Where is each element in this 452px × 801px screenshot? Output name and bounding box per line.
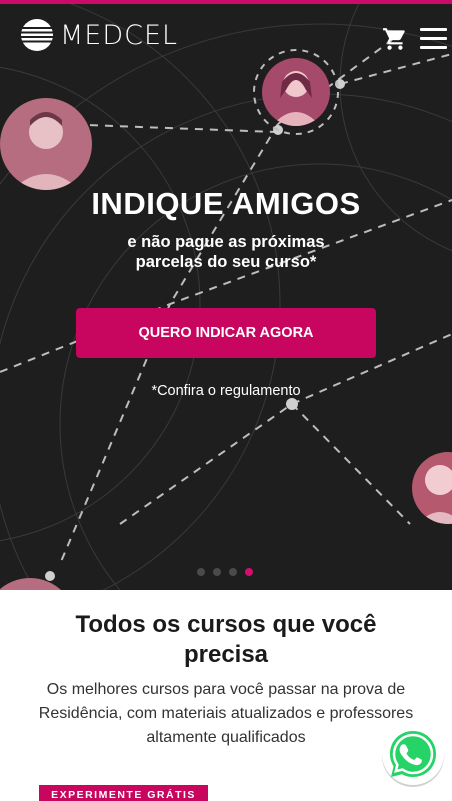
regulation-link[interactable]: *Confira o regulamento: [0, 383, 452, 399]
hero-subtitle: e não pague as próximas parcelas do seu …: [127, 233, 325, 271]
hamburger-menu-icon[interactable]: [420, 28, 448, 50]
carousel-dot[interactable]: [229, 568, 237, 576]
carousel-dot[interactable]: [213, 568, 221, 576]
medcel-logo[interactable]: MEDCEL: [20, 18, 178, 52]
courses-description: Os melhores cursos para você passar na p…: [38, 681, 414, 746]
hero-title: INDIQUE AMIGOS: [91, 186, 361, 221]
shopping-cart-icon[interactable]: [382, 26, 408, 52]
hero-banner: [0, 4, 452, 590]
site-header: MEDCEL: [0, 4, 452, 66]
brand-name: MEDCEL: [60, 19, 179, 51]
carousel-dot[interactable]: [197, 568, 205, 576]
carousel-indicators: [197, 568, 261, 576]
indicate-now-button[interactable]: QUERO INDICAR AGORA: [76, 308, 376, 358]
carousel-dot-active[interactable]: [245, 568, 253, 576]
whatsapp-icon[interactable]: [380, 722, 446, 788]
network-background: [0, 4, 452, 590]
courses-title: Todos os cursos que você precisa: [75, 611, 377, 668]
logo-mark-icon: [20, 19, 54, 51]
try-free-badge[interactable]: EXPERIMENTE GRÁTIS: [39, 785, 208, 801]
